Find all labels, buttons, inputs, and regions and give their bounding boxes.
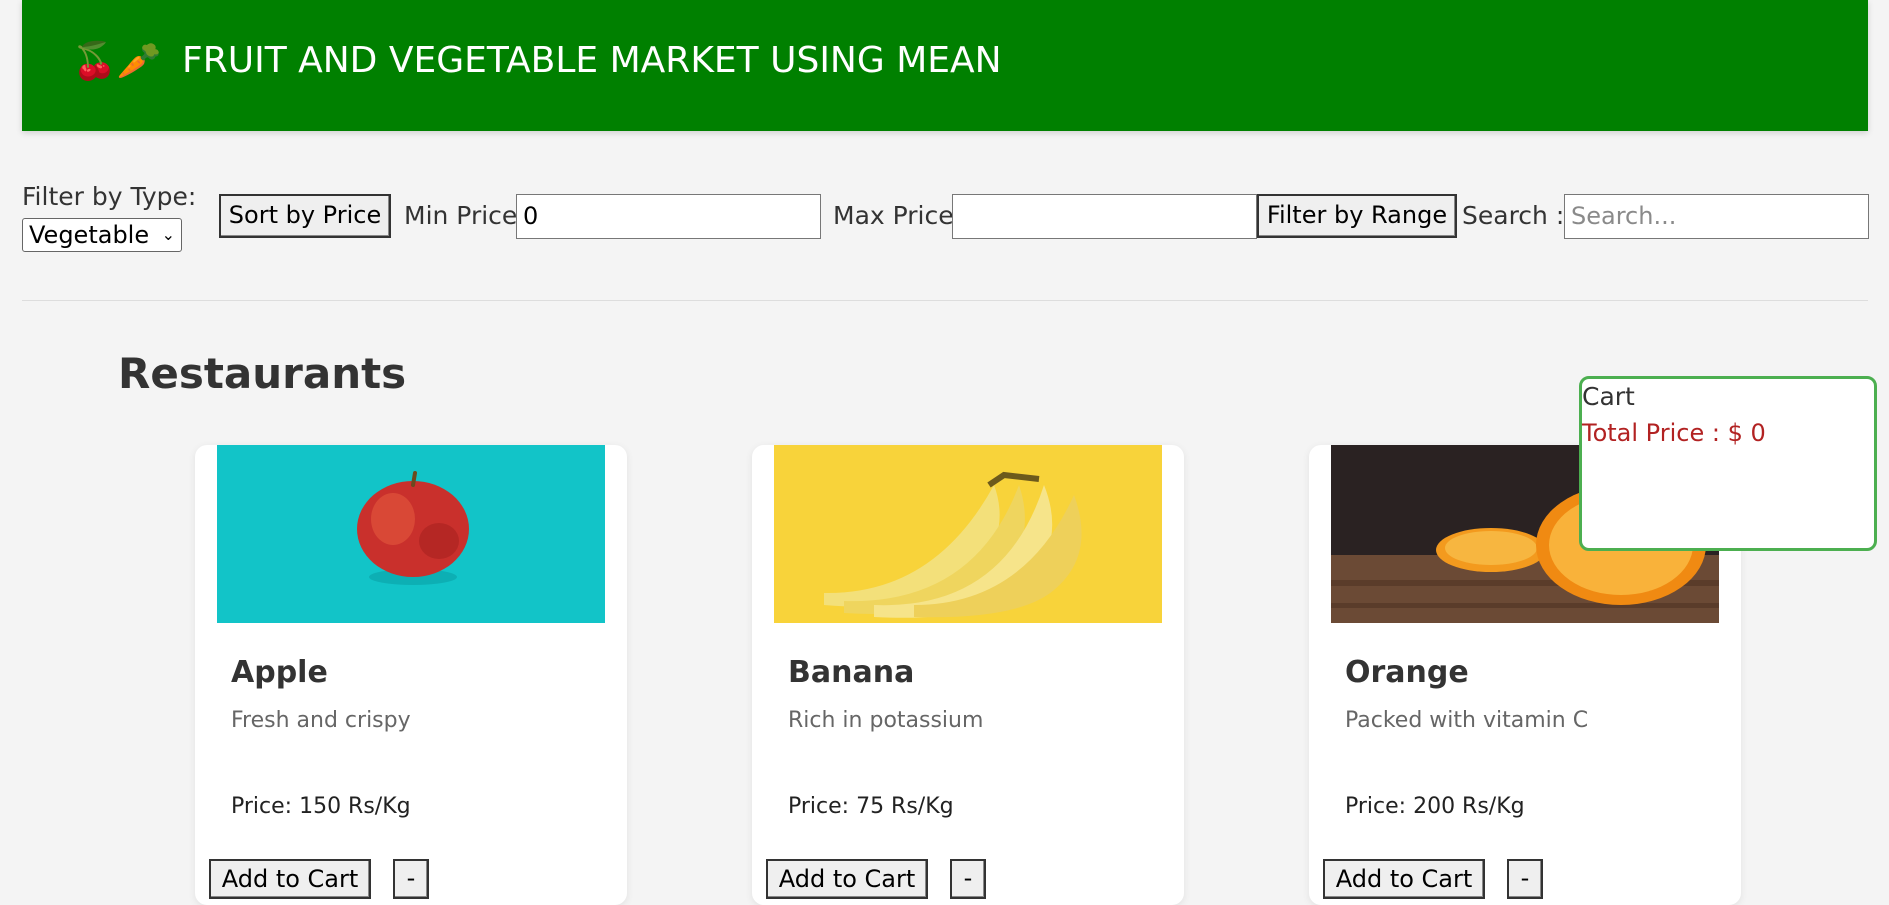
section-title: Restaurants [118, 349, 407, 398]
product-name: Banana [788, 655, 915, 690]
product-name: Apple [231, 655, 328, 690]
type-select-value: Vegetable [29, 221, 150, 249]
app-title: FRUIT AND VEGETABLE MARKET USING MEAN [182, 40, 1002, 81]
min-price-label: Min Price: [404, 201, 526, 230]
add-to-cart-button[interactable]: Add to Cart [766, 859, 928, 899]
product-description: Fresh and crispy [231, 708, 411, 733]
banana-image [774, 445, 1162, 623]
search-input[interactable]: Search... [1564, 194, 1869, 239]
product-price: Price: 150 Rs/Kg [231, 794, 411, 819]
product-description: Rich in potassium [788, 708, 984, 733]
add-to-cart-button[interactable]: Add to Cart [1323, 859, 1485, 899]
app-header: 🍒🥕 FRUIT AND VEGETABLE MARKET USING MEAN [22, 0, 1868, 131]
cart-total-price: Total Price : $ 0 [1582, 419, 1766, 447]
product-description: Packed with vitamin C [1345, 708, 1589, 733]
search-label: Search : [1462, 201, 1565, 230]
product-card-banana: Banana Rich in potassium Price: 75 Rs/Kg… [752, 445, 1184, 905]
remove-from-cart-button[interactable]: - [393, 859, 429, 899]
add-to-cart-button[interactable]: Add to Cart [209, 859, 371, 899]
product-price: Price: 200 Rs/Kg [1345, 794, 1525, 819]
sort-by-price-button[interactable]: Sort by Price [219, 194, 391, 238]
cherry-carrot-icon: 🍒🥕 [72, 41, 162, 82]
chevron-down-icon: ⌄ [161, 225, 175, 244]
product-name: Orange [1345, 655, 1469, 690]
product-card-apple: Apple Fresh and crispy Price: 150 Rs/Kg … [195, 445, 627, 905]
min-price-input[interactable]: 0 [516, 194, 821, 239]
max-price-input[interactable] [952, 194, 1257, 239]
filter-type-label: Filter by Type: [22, 182, 197, 211]
type-select[interactable]: Vegetable ⌄ [22, 218, 182, 252]
cart-label: Cart [1582, 382, 1635, 411]
divider [22, 300, 1868, 301]
apple-image [217, 445, 605, 623]
product-price: Price: 75 Rs/Kg [788, 794, 954, 819]
max-price-label: Max Price: [833, 201, 963, 230]
remove-from-cart-button[interactable]: - [1507, 859, 1543, 899]
remove-from-cart-button[interactable]: - [950, 859, 986, 899]
filter-by-range-button[interactable]: Filter by Range [1257, 194, 1457, 238]
cart-panel: Cart Total Price : $ 0 [1579, 376, 1877, 551]
